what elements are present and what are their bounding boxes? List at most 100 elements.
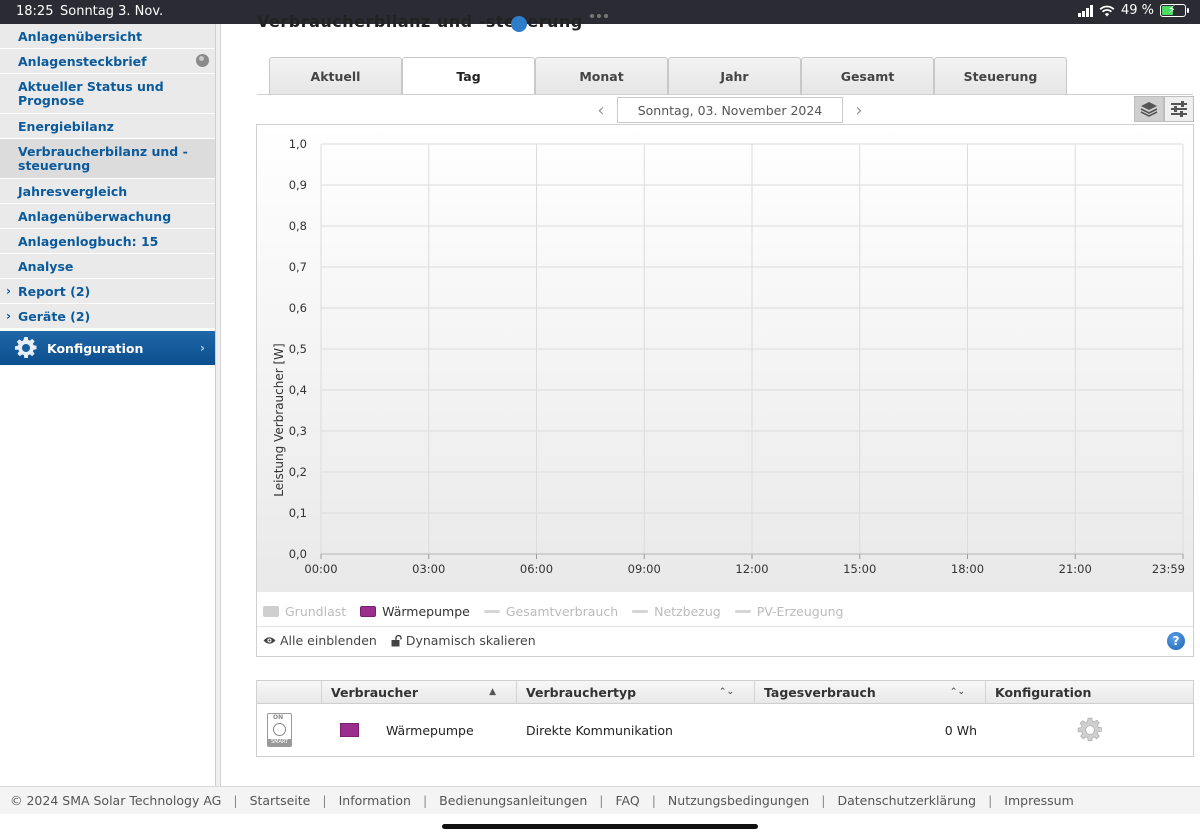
sidebar-item-report[interactable]: › Report (2) [0, 279, 215, 304]
footer-link-faq[interactable]: FAQ [615, 793, 639, 808]
app-root: 18:25 Sonntag 3. Nov. 49 % ⚡ Anlagenüber… [0, 0, 1200, 838]
legend-label: Grundlast [285, 603, 347, 619]
x-tick-label: 00:00 [304, 562, 337, 576]
column-header-verbraucher[interactable]: Verbraucher ▲ [322, 681, 517, 703]
stacked-view-button[interactable] [1134, 96, 1164, 122]
sidebar-item-label: Report (2) [18, 283, 91, 299]
sidebar-item-label: Anlagenüberwachung [18, 208, 172, 224]
column-header-label: Verbrauchertyp [526, 684, 637, 700]
y-tick-label: 0,1 [289, 506, 307, 520]
multitask-dots-icon[interactable] [590, 7, 612, 18]
x-tick-label: 18:00 [951, 562, 984, 576]
legend-item-grundlast[interactable]: Grundlast [263, 604, 346, 619]
chart-legend: Grundlast Wärmepumpe Gesamtverbrauch Net… [263, 601, 843, 621]
sidebar-item-geraete[interactable]: › Geräte (2) [0, 304, 215, 329]
status-time: 18:25 [16, 4, 54, 19]
gear-icon[interactable] [1077, 717, 1103, 743]
column-header-label: Konfiguration [995, 684, 1092, 700]
row-name-cell: Wärmepumpe [322, 704, 517, 756]
footer-link-impressum[interactable]: Impressum [1004, 793, 1073, 808]
page-title: Verbraucherbilanz und -steuerung [257, 12, 583, 31]
gear-icon [15, 337, 37, 358]
column-header-konfiguration: Konfiguration [986, 681, 1193, 703]
consumer-power-chart: 1,0 0,9 0,8 0,7 0,6 0,5 0,4 0,3 0,2 0,1 0,000:00 03… [289, 137, 1185, 576]
footer-link-information[interactable]: Information [339, 793, 411, 808]
legend-line [734, 609, 751, 613]
legend-line [483, 609, 500, 613]
show-all-label: Alle einblenden [280, 633, 377, 648]
sort-icon: ⌃⌄ [718, 687, 734, 697]
legend-divider [257, 626, 1193, 627]
footer: © 2024 SMA Solar Technology AG | Startse… [0, 786, 1200, 814]
column-header-verbrauchertyp[interactable]: Verbrauchertyp ⌃⌄ [517, 681, 755, 703]
help-question-icon[interactable]: ? [1167, 632, 1185, 650]
legend-label: Netzbezug [654, 603, 721, 619]
y-tick-label: 0,5 [289, 342, 307, 356]
column-header-label: Verbraucher [331, 684, 419, 700]
footer-link-startseite[interactable]: Startseite [250, 793, 311, 808]
next-day-button[interactable]: › [849, 100, 869, 121]
plot-area: 1,0 0,9 0,8 0,7 0,6 0,5 0,4 0,3 0,2 0,1 0,0 00:00 03… [257, 125, 1193, 592]
y-tick-label: 0,8 [289, 219, 307, 233]
sidebar: Anlagenübersicht Anlagensteckbrief Aktue… [0, 24, 216, 786]
legend-item-netzbezug[interactable]: Netzbezug [632, 604, 721, 619]
konfiguration-label: Konfiguration [47, 340, 144, 356]
sidebar-item-anlagensteckbrief[interactable]: Anlagensteckbrief [0, 49, 215, 74]
sidebar-item-anlagenueberwachung[interactable]: Anlagenüberwachung [0, 204, 215, 229]
sidebar-item-label: Jahresvergleich [18, 183, 128, 199]
tab-gesamt[interactable]: Gesamt [801, 57, 934, 94]
footer-link-bedienungsanleitungen[interactable]: Bedienungsanleitungen [439, 793, 587, 808]
sidebar-item-status-prognose[interactable]: Aktueller Status und Prognose [0, 74, 215, 114]
sidebar-item-label: Geräte (2) [18, 308, 91, 324]
sidebar-item-jahresvergleich[interactable]: Jahresvergleich [0, 179, 215, 204]
sidebar-item-konfiguration[interactable]: Konfiguration › [0, 329, 215, 365]
row-daily-cell: 0 Wh [755, 704, 986, 756]
unlock-icon [391, 634, 402, 646]
x-tick-label: 09:00 [628, 562, 661, 576]
y-tick-label: 0,7 [289, 260, 307, 274]
x-tick-label: 03:00 [412, 562, 445, 576]
sort-asc-icon: ▲ [489, 687, 496, 697]
y-tick-label: 0,4 [289, 383, 307, 397]
sidebar-item-verbraucherbilanz[interactable]: Verbraucherbilanz und -steuerung [0, 139, 215, 179]
x-tick-label: 06:00 [520, 562, 553, 576]
filter-settings-button[interactable] [1164, 96, 1194, 122]
tab-monat[interactable]: Monat [535, 57, 668, 94]
legend-item-pv-erzeugung[interactable]: PV-Erzeugung [734, 603, 844, 619]
table-row[interactable]: ON SMART Wärmepumpe Direkte Kommunikation… [257, 704, 1193, 756]
column-header-label: Tagesverbrauch [764, 684, 876, 700]
x-tick-label: 21:00 [1059, 562, 1092, 576]
y-tick-label: 0,3 [289, 424, 307, 438]
tab-bar: Aktuell Tag Monat Jahr Gesamt Steuerung [269, 57, 1067, 95]
legend-label: PV-Erzeugung [756, 603, 844, 619]
tab-aktuell[interactable]: Aktuell [269, 57, 402, 94]
sidebar-item-anlagenlogbuch[interactable]: Anlagenlogbuch: 15 [0, 229, 215, 254]
y-tick-label: 1,0 [289, 137, 307, 151]
footer-link-datenschutz[interactable]: Datenschutzerklärung [837, 793, 976, 808]
column-header-tagesverbrauch[interactable]: Tagesverbrauch ⌃⌄ [755, 681, 986, 703]
y-axis-title-wrap: Leistung Verbraucher [W] [272, 275, 288, 565]
sidebar-item-analyse[interactable]: Analyse [0, 254, 215, 279]
sidebar-item-label: Verbraucherbilanz und -steuerung [18, 143, 188, 173]
footer-link-nutzungsbedingungen[interactable]: Nutzungsbedingungen [668, 793, 809, 808]
on-smart-icon: ON SMART [267, 713, 292, 747]
legend-item-gesamtverbrauch[interactable]: Gesamtverbrauch [483, 604, 618, 619]
tab-jahr[interactable]: Jahr [668, 57, 801, 94]
date-picker-field[interactable]: Sonntag, 03. November 2024 [617, 97, 843, 123]
legend-item-waermepumpe[interactable]: Wärmepumpe [360, 604, 470, 619]
cellular-signal-icon [1077, 4, 1093, 17]
sort-icon: ⌃⌄ [949, 687, 965, 697]
sidebar-item-energiebilanz[interactable]: Energiebilanz [0, 114, 215, 139]
tab-tag[interactable]: Tag [402, 57, 535, 95]
dynamic-scale-toggle[interactable]: Dynamisch skalieren [391, 633, 536, 648]
previous-day-button[interactable]: ‹ [591, 100, 611, 121]
show-all-link[interactable]: Alle einblenden [263, 633, 377, 648]
legend-swatch [263, 605, 279, 617]
help-icon[interactable] [511, 16, 527, 32]
battery-percent: 49 % [1120, 3, 1154, 18]
tab-steuerung[interactable]: Steuerung [934, 57, 1067, 94]
home-indicator[interactable] [442, 824, 758, 829]
sidebar-item-anlagenuebersicht[interactable]: Anlagenübersicht [0, 24, 215, 49]
y-tick-label: 0,0 [289, 547, 307, 561]
copyright: © 2024 SMA Solar Technology AG [10, 793, 222, 808]
